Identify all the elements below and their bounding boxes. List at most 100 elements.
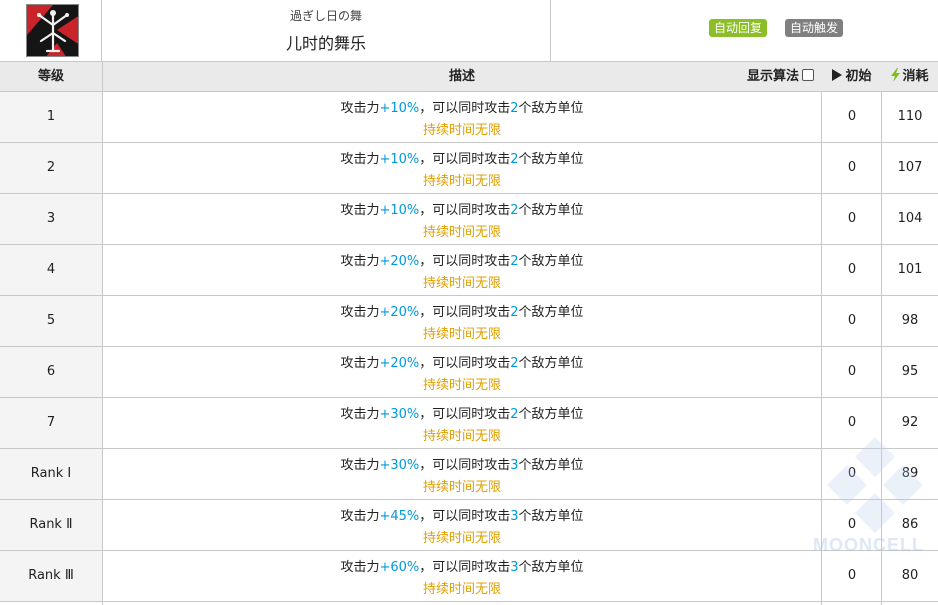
row-level: 1 [0,92,102,142]
row-effect-text: 攻击力+60%，可以同时攻击3个敌方单位 [102,556,822,575]
row-duration-text: 持续时间无限 [422,531,501,546]
row-duration-text: 持续时间无限 [422,225,501,240]
row-duration-text: 持续时间无限 [422,582,501,597]
effect-mid-text: ，可以同时攻击 [419,152,511,167]
target-count: 2 [510,305,519,320]
atk-label: 攻击力 [340,254,380,269]
target-count: 2 [510,101,519,116]
row-sp-cost: 104 [897,211,923,226]
row-effect-text: 攻击力+30%，可以同时攻击2个敌方单位 [102,403,822,422]
row-effect-text: 攻击力+20%，可以同时攻击2个敌方单位 [102,301,822,320]
row-initial-sp: 0 [847,466,857,481]
atk-value: +45% [379,509,420,524]
effect-suffix-text: 个敌方单位 [518,203,584,218]
effect-suffix-text: 个敌方单位 [518,560,584,575]
show-formula-checkbox[interactable] [802,69,814,81]
atk-label: 攻击力 [340,458,380,473]
row-level: Rank Ⅲ [0,551,102,601]
row-sp-cost: 80 [901,568,919,583]
target-count: 3 [510,458,519,473]
lightning-icon [891,68,901,82]
header-cost: 消耗 [882,62,938,91]
row-duration-text: 持续时间无限 [422,327,501,342]
effect-suffix-text: 个敌方单位 [518,152,584,167]
row-initial-sp: 0 [847,160,857,175]
table-row: Rank Ⅰ 攻击力+30%，可以同时攻击3个敌方单位持续时间无限 0 89 [0,449,938,500]
row-level: 7 [0,398,102,448]
atk-label: 攻击力 [340,305,380,320]
row-description: 攻击力+20%，可以同时攻击2个敌方单位持续时间无限 [102,296,822,346]
table-row: 6 攻击力+20%，可以同时攻击2个敌方单位 持续时间无限 0 95 [0,347,938,398]
show-formula-toggle[interactable]: 显示算法 [747,62,814,91]
row-sp-cost: 98 [901,313,919,328]
row-description: 攻击力+30%，可以同时攻击3个敌方单位持续时间无限 [102,449,822,499]
table-header: 等级 描述 显示算法 初始 消耗 [0,62,938,92]
row-sp-cost: 110 [897,109,923,124]
atk-label: 攻击力 [340,560,380,575]
skill-header: 過ぎし日の舞 儿时的舞乐 自动回复 自动触发 [0,0,938,62]
effect-suffix-text: 个敌方单位 [518,254,584,269]
atk-label: 攻击力 [340,356,380,371]
row-sp-cost: 95 [901,364,919,379]
row-initial-sp: 0 [847,313,857,328]
row-level: 3 [0,194,102,244]
row-description: 攻击力+20%，可以同时攻击2个敌方单位持续时间无限 [102,347,822,397]
table-row: Rank Ⅱ 攻击力+45%，可以同时攻击3个敌方单位 持续时间无限 0 86 [0,500,938,551]
row-duration-text: 持续时间无限 [422,378,501,393]
row-description: 攻击力+60%，可以同时攻击3个敌方单位持续时间无限 [102,551,822,601]
table-row: 7 攻击力+30%，可以同时攻击2个敌方单位持续时间无限 0 92 [0,398,938,449]
row-effect-text: 攻击力+10%，可以同时攻击2个敌方单位 [102,148,822,167]
header-description: 描述 [448,69,475,84]
target-count: 2 [510,203,519,218]
row-sp-cost: 92 [901,415,919,430]
row-effect-text: 攻击力+20%，可以同时攻击2个敌方单位 [102,352,822,371]
effect-mid-text: ，可以同时攻击 [419,560,511,575]
row-description: 攻击力+10%，可以同时攻击2个敌方单位持续时间无限 [102,143,822,193]
target-count: 3 [510,509,519,524]
table-row: 3 攻击力+10%，可以同时攻击2个敌方单位持续时间无限 0 104 [0,194,938,245]
atk-value: +60% [379,560,420,575]
effect-mid-text: ，可以同时攻击 [419,203,511,218]
row-duration-text: 持续时间无限 [422,429,501,444]
row-duration-text: 持续时间无限 [422,174,501,189]
atk-label: 攻击力 [340,152,380,167]
row-description: 攻击力+30%，可以同时攻击2个敌方单位持续时间无限 [102,398,822,448]
table-row: 1 攻击力+10%，可以同时攻击2个敌方单位 持续时间无限 0 110 [0,92,938,143]
header-cost-label: 消耗 [902,69,929,84]
row-initial-sp: 0 [847,415,857,430]
row-effect-text: 攻击力+30%，可以同时攻击3个敌方单位 [102,454,822,473]
watermark-text: MOONCELL [813,535,924,555]
effect-suffix-text: 个敌方单位 [518,458,584,473]
row-sp-cost: 89 [901,466,919,481]
row-initial-sp: 0 [847,262,857,277]
row-duration-text: 持续时间无限 [422,123,501,138]
target-count: 2 [510,407,519,422]
atk-value: +20% [379,356,420,371]
atk-value: +20% [379,254,420,269]
atk-label: 攻击力 [340,407,380,422]
target-count: 3 [510,560,519,575]
target-count: 2 [510,356,519,371]
row-effect-text: 攻击力+10%，可以同时攻击2个敌方单位 [102,199,822,218]
effect-mid-text: ，可以同时攻击 [419,407,511,422]
show-formula-label: 显示算法 [746,69,799,84]
effect-suffix-text: 个敌方单位 [518,101,584,116]
row-description: 攻击力+45%，可以同时攻击3个敌方单位持续时间无限 [102,500,822,550]
row-effect-text: 攻击力+45%，可以同时攻击3个敌方单位 [102,505,822,524]
row-initial-sp: 0 [847,211,857,226]
row-level: Rank Ⅱ [0,500,102,550]
atk-label: 攻击力 [340,509,380,524]
row-level: 6 [0,347,102,397]
effect-mid-text: ，可以同时攻击 [419,305,511,320]
row-description: 攻击力+20%，可以同时攻击2个敌方单位 持续时间无限 [102,245,822,295]
row-duration-text: 持续时间无限 [422,480,501,495]
skill-level-table: 1 攻击力+10%，可以同时攻击2个敌方单位 持续时间无限 0 110 2 攻击力+10%，… [0,92,938,602]
tag-auto-trigger: 自动触发 [785,19,844,37]
skill-icon-cell [0,0,102,62]
effect-suffix-text: 个敌方单位 [518,407,584,422]
row-initial-sp: 0 [847,568,857,583]
row-initial-sp: 0 [847,109,857,124]
skill-name-jp: 過ぎし日の舞 [289,9,362,23]
atk-value: +10% [379,101,420,116]
row-level: Rank Ⅰ [0,449,102,499]
